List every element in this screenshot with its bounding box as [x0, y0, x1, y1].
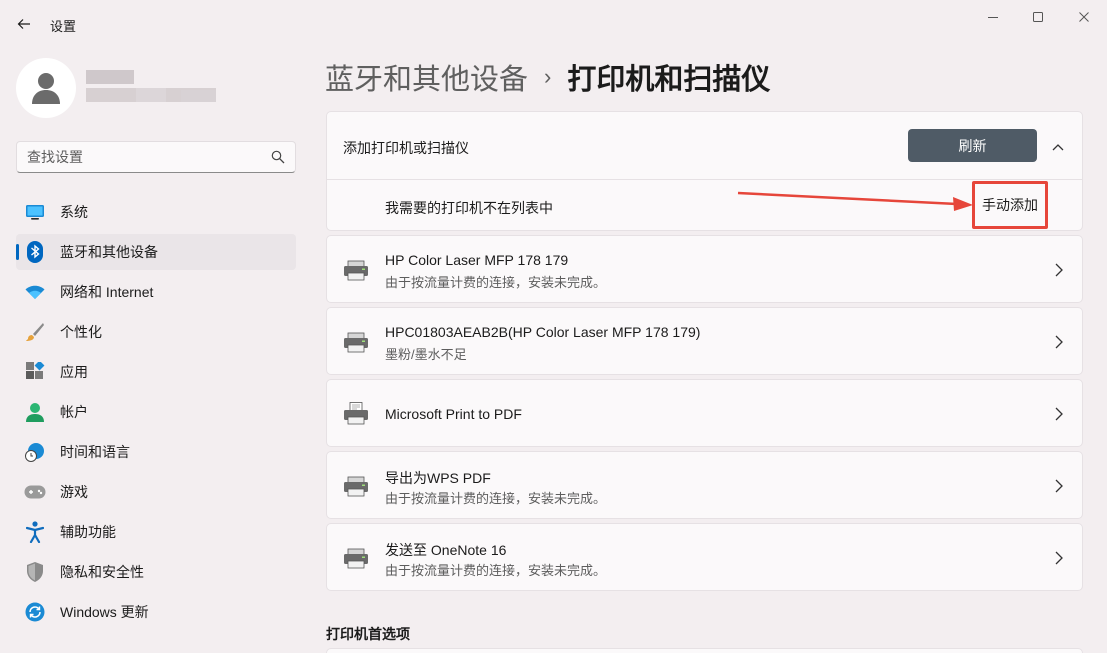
wifi-icon — [24, 281, 46, 303]
apps-icon — [24, 361, 46, 383]
sidebar-item-label: 辅助功能 — [60, 524, 116, 540]
account-icon — [24, 401, 46, 423]
user-name-blurred — [86, 70, 216, 104]
shield-icon — [24, 561, 46, 583]
bluetooth-icon — [24, 241, 46, 263]
monitor-icon — [24, 201, 46, 223]
back-button[interactable] — [10, 10, 38, 38]
chevron-right-icon — [1055, 263, 1063, 277]
sidebar-item-network[interactable]: 网络和 Internet — [16, 274, 296, 310]
printer-status: 由于按流量计费的连接，安装未完成。 — [385, 563, 607, 578]
printer-name: HP Color Laser MFP 178 179 — [385, 252, 569, 268]
preferences-card[interactable] — [326, 648, 1083, 653]
breadcrumb: 蓝牙和其他设备 › 打印机和扫描仪 — [325, 56, 770, 98]
minimize-button[interactable] — [970, 4, 1016, 30]
sidebar-item-label: 系统 — [60, 204, 88, 220]
manual-add-description: 我需要的打印机不在列表中 — [385, 200, 553, 216]
sidebar-item-label: 游戏 — [60, 484, 88, 500]
chevron-right-icon — [1055, 335, 1063, 349]
search-icon[interactable] — [271, 150, 285, 164]
printer-item[interactable]: 导出为WPS PDF 由于按流量计费的连接，安装未完成。 — [326, 451, 1083, 519]
printer-status: 由于按流量计费的连接，安装未完成。 — [385, 491, 607, 506]
printer-preferences-heading: 打印机首选项 — [326, 626, 410, 642]
sidebar-item-system[interactable]: 系统 — [16, 194, 296, 230]
app-title: 设置 — [50, 19, 77, 34]
printer-icon — [344, 476, 368, 497]
manual-add-row: 我需要的打印机不在列表中 — [327, 180, 1082, 232]
add-printer-card: 添加打印机或扫描仪 刷新 我需要的打印机不在列表中 — [326, 111, 1083, 231]
page-title: 打印机和扫描仪 — [567, 64, 771, 96]
minimize-icon — [988, 17, 998, 18]
sidebar-item-label: Windows 更新 — [60, 604, 149, 620]
sidebar-item-bluetooth[interactable]: 蓝牙和其他设备 — [16, 234, 296, 270]
sidebar-item-accounts[interactable]: 帐户 — [16, 394, 296, 430]
title-bar: 设置 — [0, 0, 1107, 48]
chevron-right-icon — [1055, 479, 1063, 493]
sidebar-item-label: 时间和语言 — [60, 444, 130, 460]
manual-add-button[interactable]: 手动添加 — [972, 181, 1048, 229]
printer-status: 由于按流量计费的连接，安装未完成。 — [385, 275, 607, 290]
sidebar-item-label: 帐户 — [60, 404, 88, 420]
sidebar-item-apps[interactable]: 应用 — [16, 354, 296, 390]
sidebar-item-label: 蓝牙和其他设备 — [60, 244, 158, 260]
close-button[interactable] — [1061, 4, 1107, 30]
sidebar-item-label: 个性化 — [60, 324, 102, 340]
printer-name: HPC01803AEAB2B(HP Color Laser MFP 178 17… — [385, 324, 701, 340]
sidebar-item-personalization[interactable]: 个性化 — [16, 314, 296, 350]
printer-icon — [344, 332, 368, 353]
globe-clock-icon — [24, 441, 46, 463]
breadcrumb-parent[interactable]: 蓝牙和其他设备 — [325, 56, 528, 98]
add-printer-title: 添加打印机或扫描仪 — [343, 140, 469, 156]
sidebar-nav: 系统 蓝牙和其他设备 网络和 Internet 个性化 应用 帐户 时间和语言 … — [16, 194, 296, 634]
collapse-button[interactable] — [1047, 136, 1069, 158]
printer-item[interactable]: Microsoft Print to PDF — [326, 379, 1083, 447]
sidebar-item-accessibility[interactable]: 辅助功能 — [16, 514, 296, 550]
sidebar-item-gaming[interactable]: 游戏 — [16, 474, 296, 510]
chevron-right-icon — [1055, 551, 1063, 565]
printer-item[interactable]: 发送至 OneNote 16 由于按流量计费的连接，安装未完成。 — [326, 523, 1083, 591]
update-icon — [24, 601, 46, 623]
breadcrumb-separator: › — [544, 64, 552, 89]
sidebar-item-privacy[interactable]: 隐私和安全性 — [16, 554, 296, 590]
search-box[interactable] — [16, 141, 296, 173]
printer-icon — [344, 260, 368, 281]
accessibility-icon — [24, 521, 46, 543]
printer-icon — [344, 548, 368, 569]
printer-name: 导出为WPS PDF — [385, 470, 491, 486]
printer-item[interactable]: HPC01803AEAB2B(HP Color Laser MFP 178 17… — [326, 307, 1083, 375]
chevron-up-icon — [1052, 144, 1064, 151]
pdf-printer-icon — [344, 402, 368, 425]
sidebar-item-label: 隐私和安全性 — [60, 564, 144, 580]
printer-item[interactable]: HP Color Laser MFP 178 179 由于按流量计费的连接，安装… — [326, 235, 1083, 303]
sidebar-item-windows-update[interactable]: Windows 更新 — [16, 594, 296, 630]
avatar — [16, 58, 76, 118]
user-profile[interactable] — [16, 58, 276, 118]
search-input[interactable] — [17, 142, 257, 172]
add-printer-header[interactable]: 添加打印机或扫描仪 刷新 — [327, 112, 1082, 180]
chevron-right-icon — [1055, 407, 1063, 421]
brush-icon — [24, 321, 46, 343]
refresh-button[interactable]: 刷新 — [908, 129, 1037, 162]
back-arrow-icon — [17, 19, 30, 29]
gamepad-icon — [24, 481, 46, 503]
sidebar-item-label: 网络和 Internet — [60, 284, 154, 300]
maximize-icon — [1033, 12, 1043, 22]
printer-name: 发送至 OneNote 16 — [385, 542, 507, 558]
printer-status: 墨粉/墨水不足 — [385, 347, 467, 362]
close-icon — [1079, 12, 1089, 22]
user-icon — [32, 73, 60, 104]
sidebar-item-label: 应用 — [60, 364, 88, 380]
maximize-button[interactable] — [1015, 4, 1061, 30]
sidebar-item-time-language[interactable]: 时间和语言 — [16, 434, 296, 470]
printer-name: Microsoft Print to PDF — [385, 406, 522, 422]
